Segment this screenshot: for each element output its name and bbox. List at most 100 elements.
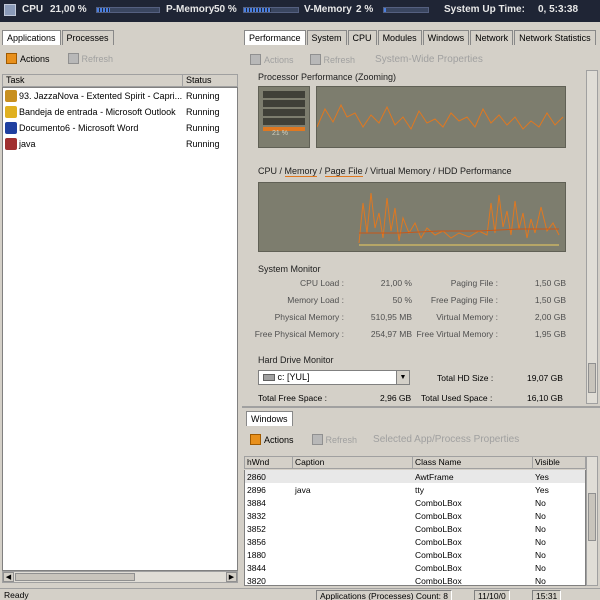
visible-cell: No (535, 549, 546, 560)
refresh-button[interactable]: Refresh (67, 53, 113, 64)
task-row[interactable]: java Running (3, 136, 237, 152)
tab-windows[interactable]: Windows (422, 30, 470, 45)
tab-cpu[interactable]: CPU (347, 30, 377, 45)
window-row[interactable]: 2860 AwtFrame Yes (245, 470, 585, 483)
total-used-space-value: 16,10 GB (527, 393, 563, 403)
task-row[interactable]: 93. JazzaNova - Extented Spirit - Capri.… (3, 88, 237, 104)
tab-performance[interactable]: Performance (244, 30, 306, 45)
actions-button[interactable]: Actions (6, 53, 50, 64)
windows-tabs: Windows (246, 411, 293, 426)
perf-refresh-button[interactable]: Refresh (309, 54, 356, 65)
status-ready: Ready (4, 590, 29, 600)
column-class-name[interactable]: Class Name (413, 457, 533, 468)
sysmon-value-2: 1,50 GB (534, 295, 566, 305)
sysmon-value-2: 1,95 GB (534, 329, 566, 339)
window-row[interactable]: 3844 ComboLBox No (245, 561, 585, 574)
task-list: 93. JazzaNova - Extented Spirit - Capri.… (2, 87, 238, 571)
task-name-cell: Bandeja de entrada - Microsoft Outlook (3, 106, 183, 118)
task-row[interactable]: Documento6 - Microsoft Word Running (3, 120, 237, 136)
drive-select[interactable]: c: [YUL] ▼ (258, 370, 410, 385)
system-status-bar: CPU 21,00 % P-Memory 50 % V-Memory 2 % S… (0, 0, 600, 22)
right-tabs: Performance System CPU Modules Windows Networ… (244, 30, 596, 45)
tab-windows[interactable]: Windows (246, 411, 293, 426)
actions-icon (6, 53, 17, 64)
perf-actions-button[interactable]: Actions (250, 54, 294, 65)
window-row[interactable]: 3856 ComboLBox No (245, 535, 585, 548)
refresh-icon (67, 53, 79, 64)
task-name-cell: java (3, 138, 183, 150)
window-row[interactable]: 2896 java tty Yes (245, 483, 585, 496)
system-monitor-title: System Monitor (258, 264, 321, 274)
splitter[interactable] (242, 406, 600, 408)
performance-scroll-thumb[interactable] (588, 363, 596, 393)
windows-refresh-button[interactable]: Refresh (311, 434, 358, 445)
memory-performance-graph (258, 182, 566, 252)
selected-properties-button[interactable]: Selected App/Process Properties (373, 434, 519, 445)
windows-refresh-icon (311, 434, 323, 445)
perf-refresh-label: Refresh (323, 54, 356, 65)
windows-vertical-scrollbar[interactable] (586, 456, 598, 586)
class-name-cell: ComboLBox (415, 510, 462, 521)
sysmon-label-2: Free Virtual Memory : (416, 329, 498, 339)
left-toolbar: Actions Refresh (6, 53, 113, 64)
pmem-meter (243, 7, 299, 13)
class-name-cell: ComboLBox (415, 523, 462, 534)
left-tabs: Applications Processes (2, 30, 114, 45)
column-status[interactable]: Status (183, 75, 237, 86)
window-row[interactable]: 3832 ComboLBox No (245, 509, 585, 522)
status-date: 11/10/0 (474, 590, 510, 600)
hwnd-cell: 3856 (247, 536, 266, 547)
hwnd-cell: 2860 (247, 471, 266, 482)
column-hwnd[interactable]: hWnd (245, 457, 293, 468)
system-wide-properties-button[interactable]: System-Wide Properties (375, 54, 483, 65)
app-icon (5, 138, 17, 150)
column-caption[interactable]: Caption (293, 457, 413, 468)
scroll-left-arrow-icon[interactable]: ◀ (3, 572, 14, 582)
performance-vertical-scrollbar[interactable] (586, 70, 598, 404)
tab-network-statistics[interactable]: Network Statistics (514, 30, 596, 45)
windows-actions-button[interactable]: Actions (250, 434, 294, 445)
horizontal-scrollbar[interactable]: ◀ ▶ (2, 571, 238, 583)
windows-scroll-thumb[interactable] (588, 493, 596, 541)
task-name: Bandeja de entrada - Microsoft Outlook (19, 107, 176, 117)
memory-performance-title: CPU / Memory / Page File / Virtual Memor… (258, 166, 512, 177)
uptime-label: System Up Time: (444, 4, 525, 15)
task-row[interactable]: Bandeja de entrada - Microsoft Outlook Ru… (3, 104, 237, 120)
right-toolbar: Actions Refresh System-Wide Properties (250, 54, 483, 65)
windows-actions-icon (250, 434, 261, 445)
class-name-cell: ComboLBox (415, 549, 462, 560)
sysmon-value-2: 2,00 GB (534, 312, 566, 322)
column-task[interactable]: Task (3, 75, 183, 86)
window-row[interactable]: 3884 ComboLBox No (245, 496, 585, 509)
window-row[interactable]: 3820 ComboLBox No (245, 574, 585, 586)
windows-refresh-label: Refresh (325, 434, 358, 445)
gauge-bar-2 (263, 100, 305, 107)
window-row[interactable]: 3852 ComboLBox No (245, 522, 585, 535)
tab-network[interactable]: Network (470, 30, 514, 45)
tab-processes[interactable]: Processes (61, 30, 114, 45)
tab-modules[interactable]: Modules (377, 30, 422, 45)
window-row[interactable]: 1880 ComboLBox No (245, 548, 585, 561)
task-list-header: Task Status (2, 74, 238, 87)
hwnd-cell: 3852 (247, 523, 266, 534)
gauge-bar-3 (263, 109, 305, 116)
column-visible[interactable]: Visible (533, 457, 583, 468)
vmem-label: V-Memory (304, 4, 352, 15)
task-status: Running (186, 91, 220, 101)
tab-applications[interactable]: Applications (2, 30, 61, 45)
tab-system[interactable]: System (306, 30, 347, 45)
scroll-thumb[interactable] (15, 573, 135, 581)
drive-select-value: c: [YUL] (277, 372, 310, 382)
task-status: Running (186, 123, 220, 133)
sysmon-label-2: Virtual Memory : (436, 312, 498, 322)
scroll-right-arrow-icon[interactable]: ▶ (226, 572, 237, 582)
task-name: java (19, 139, 36, 149)
dropdown-arrow-icon[interactable]: ▼ (396, 371, 409, 384)
sysmon-label: Physical Memory : (274, 312, 344, 322)
sysmon-label: Memory Load : (287, 295, 344, 305)
cpu-label: CPU (22, 4, 44, 15)
app-icon (5, 106, 17, 118)
hwnd-cell: 3884 (247, 497, 266, 508)
title-page-file: Page File (324, 166, 363, 177)
class-name-cell: AwtFrame (415, 471, 454, 482)
